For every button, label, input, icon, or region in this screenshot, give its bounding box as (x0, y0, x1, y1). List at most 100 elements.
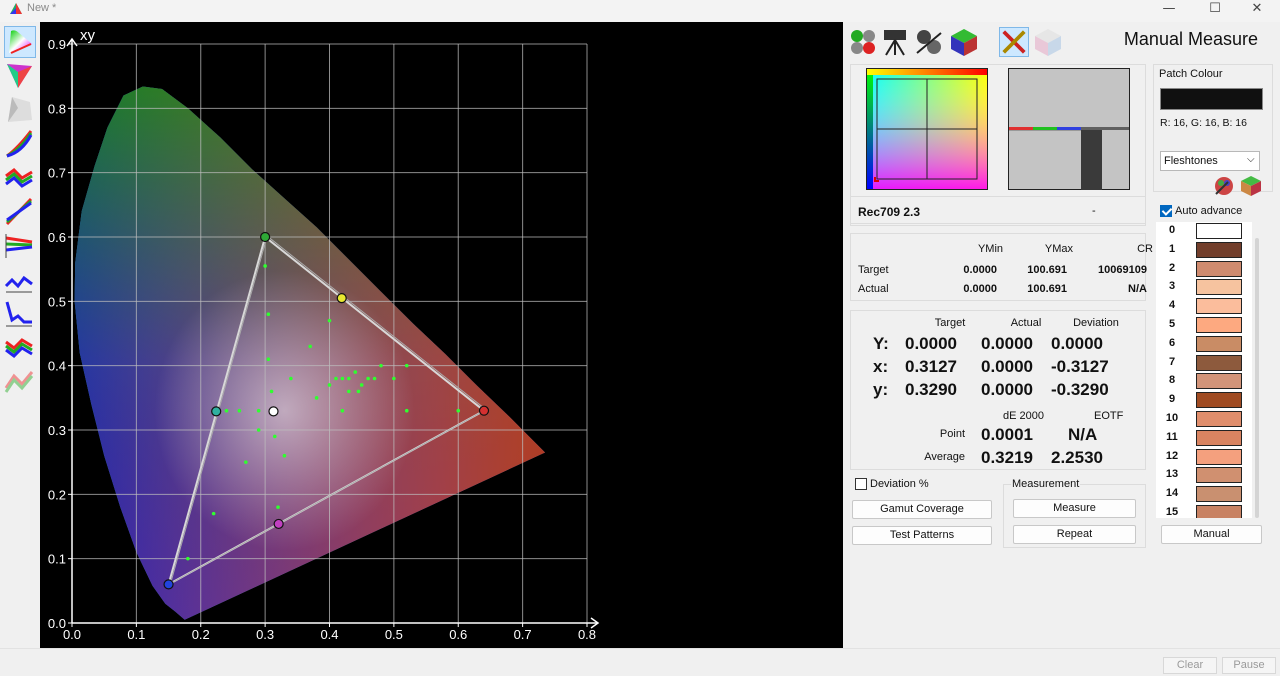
measurement-point (266, 357, 271, 362)
measurement-point (404, 363, 409, 368)
patch-number: 6 (1168, 336, 1176, 349)
ytable-header: YMax (1044, 243, 1073, 255)
x-tick-label: 0.2 (192, 627, 210, 642)
patch-list-item[interactable]: 4 (1156, 297, 1252, 316)
deviation-checkbox[interactable] (855, 478, 867, 490)
patch-list-item[interactable]: 12 (1156, 448, 1252, 467)
measurement-point (282, 453, 287, 458)
manual-button[interactable]: Manual (1161, 525, 1262, 544)
de-cell: 0.0001 (981, 425, 1033, 444)
patch-list-item[interactable]: 13 (1156, 466, 1252, 485)
patch-list-item[interactable]: 11 (1156, 429, 1252, 448)
gamut-3d-icon[interactable] (4, 94, 36, 126)
palette-icon[interactable] (1212, 174, 1236, 198)
ytable-cell: 0.0000 (963, 283, 997, 295)
measurement-point (211, 511, 216, 516)
patch-list-item[interactable]: 6 (1156, 335, 1252, 354)
patch-list-item[interactable]: 15 (1156, 504, 1252, 518)
ytable-header: CR (1137, 243, 1153, 255)
rgb-balance-icon[interactable] (4, 162, 36, 194)
minimize-button[interactable]: — (1146, 0, 1192, 22)
manual-tool-icon[interactable] (999, 27, 1029, 57)
patch-number: 2 (1168, 261, 1176, 274)
left-toolbar (0, 22, 40, 648)
measurement-point (340, 408, 345, 413)
patch-list-item[interactable]: 10 (1156, 410, 1252, 429)
de-cell: 2.2530 (1051, 448, 1103, 467)
repeat-button[interactable]: Repeat (1013, 525, 1136, 544)
measurement-point (366, 376, 370, 381)
patch-swatch (1196, 354, 1242, 371)
y-tick-label: 0.7 (48, 166, 66, 181)
test-patterns-button[interactable]: Test Patterns (852, 526, 992, 545)
auto-advance-checkbox[interactable] (1160, 205, 1172, 217)
measurement-point (263, 264, 267, 268)
patch-list-item[interactable]: 7 (1156, 354, 1252, 373)
patch-list[interactable]: 0 1 2 3 4 5 6 7 8 9 10 11 12 13 14 15 (1156, 222, 1252, 518)
patch-list-item[interactable]: 2 (1156, 260, 1252, 279)
target-name: Rec709 2.3 (858, 205, 921, 219)
gamma-curve-icon[interactable] (4, 196, 36, 228)
xy-row-label: Y: (873, 334, 889, 353)
cube-icon[interactable] (1033, 27, 1063, 57)
luminance-icon[interactable] (4, 230, 36, 262)
contrast-icon[interactable] (4, 332, 36, 364)
rgb-levels-icon[interactable] (4, 128, 36, 160)
patch-list-item[interactable]: 0 (1156, 222, 1252, 241)
xy-cell: 0.0000 (1051, 334, 1103, 353)
chevron-down-icon: ⌵ (1247, 154, 1255, 165)
cie-diagram-icon[interactable] (4, 26, 36, 58)
measurement-label: Measurement (1011, 478, 1081, 490)
saturation-icon[interactable] (4, 366, 36, 398)
patch-list-item[interactable]: 8 (1156, 372, 1252, 391)
patch-list-scrollbar[interactable] (1255, 238, 1259, 518)
cie-xy-chart: 0.0 0.1 0.2 0.3 0.4 0.5 0.6 0.7 0.80.00.10.20.30… (48, 27, 600, 642)
patch-list-item[interactable]: 9 (1156, 391, 1252, 410)
measurement-point (340, 376, 345, 381)
measurement-point (272, 434, 277, 439)
gamut-cube-icon[interactable] (949, 27, 979, 57)
clear-button[interactable]: Clear (1163, 657, 1217, 674)
patch-number: 12 (1165, 449, 1179, 462)
pause-button[interactable]: Pause (1222, 657, 1276, 674)
calibrate-icon[interactable] (914, 27, 944, 57)
xy-header: Target (934, 317, 966, 329)
ytable-row-label: Target (858, 264, 889, 276)
measurement-point (327, 383, 332, 387)
title-bar: New * — ☐ ✕ (0, 0, 1280, 22)
patch-set-dropdown[interactable]: Fleshtones ⌵ (1160, 151, 1260, 171)
panel-title: Manual Measure (1123, 29, 1258, 49)
patch-number: 9 (1168, 393, 1176, 406)
patch-list-item[interactable]: 14 (1156, 485, 1252, 504)
close-button[interactable]: ✕ (1234, 0, 1280, 22)
measure-button[interactable]: Measure (1013, 499, 1136, 518)
patch-number: 14 (1165, 487, 1179, 500)
patch-number: 5 (1168, 318, 1176, 330)
patch-swatch (1196, 467, 1242, 484)
meter-icon[interactable] (880, 27, 910, 57)
gamut-triangle-icon[interactable] (4, 60, 36, 92)
measurement-point (314, 396, 319, 400)
patch-list-item[interactable]: 1 (1156, 241, 1252, 260)
x-tick-label: 0.1 (127, 627, 145, 642)
ytable-cell: 100.691 (1027, 264, 1067, 276)
color-temperature-icon[interactable] (4, 264, 36, 296)
patch-swatch (1196, 279, 1242, 296)
patch-list-item[interactable]: 5 (1156, 316, 1252, 335)
maximize-button[interactable]: ☐ (1192, 0, 1238, 22)
xy-cell: -0.3127 (1051, 357, 1109, 376)
color-cube-icon[interactable] (1239, 174, 1263, 198)
patch-swatch (1196, 486, 1242, 503)
patch-swatch (1196, 429, 1242, 446)
primary-marker (268, 406, 279, 417)
delta-e-icon[interactable] (4, 298, 36, 330)
patch-list-item[interactable]: 3 (1156, 278, 1252, 297)
gamut-coverage-button[interactable]: Gamut Coverage (852, 500, 992, 519)
measurement-point (327, 318, 332, 323)
patterns-icon[interactable] (848, 27, 878, 57)
patch-number: 8 (1168, 374, 1176, 387)
measurement-point (269, 389, 274, 394)
xy-cell: 0.3290 (905, 380, 957, 399)
ytable-header: YMin (977, 243, 1003, 255)
measurement-point (359, 383, 364, 387)
